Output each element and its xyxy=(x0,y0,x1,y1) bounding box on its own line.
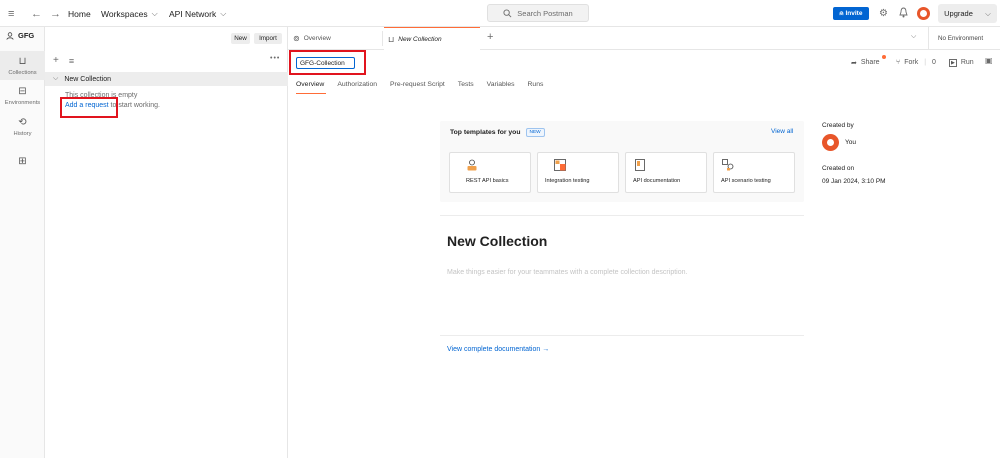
chevron-down-icon: ⌵ xyxy=(53,75,59,82)
search-placeholder: Search Postman xyxy=(517,8,573,18)
scenario-icon xyxy=(722,159,734,171)
created-by-label: Created by xyxy=(822,122,854,129)
environments-icon: ⊟ xyxy=(18,86,27,97)
share-button[interactable]: ➦ Share xyxy=(851,56,880,69)
more-options-icon[interactable]: ••• xyxy=(270,55,280,62)
filter-icon[interactable]: ≡ xyxy=(69,56,74,66)
template-api-scenario-testing[interactable]: API scenario testing xyxy=(713,152,795,193)
chevron-down-icon: ⌵ xyxy=(220,8,227,18)
collection-description-placeholder[interactable]: Make things easier for your teammates wi… xyxy=(447,269,687,276)
view-all-link[interactable]: View all xyxy=(771,128,793,135)
collection-icon: ⊔ xyxy=(388,35,395,44)
rail-item-apps[interactable]: ⊞ xyxy=(0,156,45,167)
home-link[interactable]: Home xyxy=(68,0,91,27)
section-divider xyxy=(440,215,804,216)
documentation-icon xyxy=(635,159,645,171)
menu-icon[interactable]: ≡ xyxy=(8,0,14,27)
template-rest-api-basics[interactable]: REST API basics xyxy=(449,152,531,193)
rail-item-history[interactable]: ⟲ History xyxy=(0,117,45,137)
fork-count: 0 xyxy=(932,59,936,66)
apps-icon: ⊞ xyxy=(18,156,27,167)
chevron-down-icon: ⌵ xyxy=(985,8,991,18)
notification-dot xyxy=(882,55,886,59)
save-icon[interactable]: ▣ xyxy=(985,56,993,65)
rail-item-collections[interactable]: ⊔ Collections xyxy=(0,51,45,80)
template-integration-testing[interactable]: Integration testing xyxy=(537,152,619,193)
created-on-value: 09 Jan 2024, 3:10 PM xyxy=(822,178,886,185)
settings-icon[interactable]: ⚙ xyxy=(879,8,888,19)
run-button[interactable]: ▶ Run xyxy=(949,56,974,69)
user-avatar[interactable] xyxy=(917,7,930,20)
tab-pre-request-script[interactable]: Pre-request Script xyxy=(390,81,445,93)
highlight-collection-name xyxy=(289,50,366,75)
overview-icon: ⊚ xyxy=(293,34,300,43)
fork-icon: ⑂ xyxy=(896,59,901,66)
back-arrow-icon[interactable]: ← xyxy=(31,0,42,27)
tab-variables[interactable]: Variables xyxy=(487,81,515,93)
tab-overview[interactable]: ⊚ Overview xyxy=(289,27,382,50)
bell-icon[interactable] xyxy=(899,7,908,20)
play-icon: ▶ xyxy=(949,58,957,67)
import-button[interactable]: Import xyxy=(254,33,282,44)
highlight-add-request xyxy=(60,97,118,118)
new-tab-icon[interactable]: + xyxy=(487,31,493,43)
tab-overview-sub[interactable]: Overview xyxy=(296,81,324,93)
history-icon: ⟲ xyxy=(18,117,27,128)
new-button[interactable]: New xyxy=(231,33,250,44)
api-network-menu[interactable]: API Network ⌵ xyxy=(169,0,226,27)
environment-selector[interactable]: No Environment xyxy=(928,27,1000,50)
collections-icon: ⊔ xyxy=(18,56,27,67)
chevron-down-icon: ⌵ xyxy=(151,8,158,18)
rail-item-environments[interactable]: ⊟ Environments xyxy=(0,86,45,106)
fork-button[interactable]: ⑂ Fork | 0 xyxy=(896,56,936,69)
tab-runs[interactable]: Runs xyxy=(528,81,544,93)
collection-title[interactable]: New Collection xyxy=(447,233,547,249)
search-input[interactable]: Search Postman xyxy=(487,4,589,22)
upgrade-button[interactable]: Upgrade ⌵ xyxy=(938,4,997,23)
active-tab-indicator xyxy=(296,93,326,94)
user-plus-icon: ⍝ xyxy=(839,9,844,17)
created-on-label: Created on xyxy=(822,165,855,172)
new-badge: NEW xyxy=(525,128,545,137)
template-api-documentation[interactable]: API documentation xyxy=(625,152,707,193)
search-icon xyxy=(503,8,512,17)
rest-api-icon xyxy=(467,159,477,171)
templates-title: Top templates for you NEW xyxy=(450,128,545,137)
invite-button[interactable]: ⍝ Invite xyxy=(833,7,869,20)
view-documentation-link[interactable]: View complete documentation → xyxy=(447,346,549,353)
integration-icon xyxy=(554,159,566,171)
forward-arrow-icon[interactable]: → xyxy=(50,0,61,27)
section-divider xyxy=(440,335,804,336)
plus-icon[interactable]: + xyxy=(53,55,59,66)
tab-authorization[interactable]: Authorization xyxy=(337,81,377,93)
workspace-name[interactable]: GFG xyxy=(6,31,34,40)
share-icon: ➦ xyxy=(851,59,857,67)
tab-new-collection[interactable]: ⊔ New Collection xyxy=(384,27,480,51)
workspaces-menu[interactable]: Workspaces ⌵ xyxy=(101,0,158,27)
tabs-overflow-chevron-icon[interactable]: ⌵ xyxy=(911,33,916,41)
collection-item[interactable]: ⌵ New Collection xyxy=(45,72,288,86)
tab-divider xyxy=(382,31,383,46)
collection-sub-tabs: Overview Authorization Pre-request Scrip… xyxy=(296,81,556,93)
created-by-value: You xyxy=(845,139,856,146)
creator-avatar xyxy=(822,134,839,151)
tab-tests[interactable]: Tests xyxy=(458,81,474,93)
user-icon xyxy=(6,31,14,40)
